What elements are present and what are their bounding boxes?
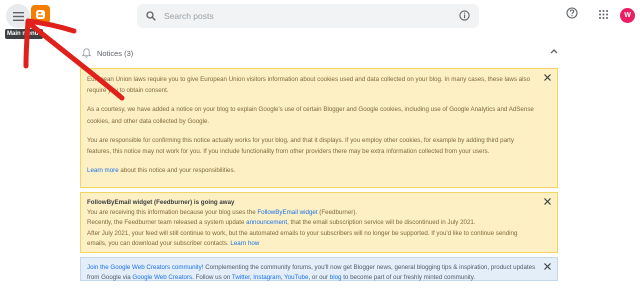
top-bar: Search posts W (0, 0, 640, 32)
search-bar[interactable]: Search posts (137, 4, 479, 28)
search-icon (146, 11, 156, 21)
blogger-logo-icon[interactable] (31, 5, 50, 24)
blog-link[interactable]: blog (330, 274, 342, 281)
close-icon[interactable] (544, 74, 551, 81)
main-menu-button[interactable] (6, 4, 30, 28)
notice-paragraph: As a courtesy, we have added a notice on… (87, 106, 534, 125)
notice-text: After July 2021, your feed will still co… (87, 229, 518, 247)
notice-text: . Follow us on (192, 274, 232, 282)
followbyemail-widget-link[interactable]: FollowByEmail widget (257, 209, 317, 216)
search-input[interactable]: Search posts (164, 11, 214, 21)
web-creators-notice: Join the Google Web Creators community! … (80, 257, 558, 281)
help-icon[interactable] (566, 7, 578, 19)
close-icon[interactable] (544, 263, 551, 270)
notice-text: to become part of our freshly minted com… (341, 274, 476, 282)
notice-text: You are receiving this information becau… (87, 209, 258, 217)
notice-paragraph: Learn more about this notice and your re… (87, 165, 537, 176)
learn-how-link[interactable]: Learn how (230, 240, 259, 247)
notice-text: Recently, the Feedburner team released a… (87, 219, 247, 227)
notice-line: Recently, the Feedburner team released a… (87, 218, 537, 228)
announcement-link[interactable]: announcement (246, 219, 287, 226)
learn-more-link[interactable]: Learn more (87, 167, 119, 174)
notice-paragraph: European Union laws require you to give … (87, 76, 531, 95)
followbyemail-notice: FollowByEmail widget (Feedburner) is goi… (80, 192, 558, 253)
notices-header[interactable]: Notices (3) (78, 44, 558, 62)
hamburger-icon (12, 11, 24, 21)
notice-text: , that the email subscription service wi… (287, 219, 476, 227)
twitter-link[interactable]: Twitter (232, 274, 250, 281)
notice-line: After July 2021, your feed will still co… (87, 229, 537, 249)
account-avatar[interactable]: W (620, 8, 635, 23)
notice-line: Join the Google Web Creators community! … (87, 263, 537, 283)
notices-title: Notices (3) (97, 48, 134, 58)
apps-grid-icon[interactable] (599, 10, 608, 19)
instagram-link[interactable]: Instagram (253, 274, 281, 281)
join-community-link[interactable]: Join the Google Web Creators community! (87, 264, 203, 271)
notice-text: (Feedburner). (317, 209, 358, 217)
google-web-creators-link[interactable]: Google Web Creators (132, 274, 192, 281)
bell-icon (82, 48, 91, 58)
close-icon[interactable] (544, 198, 551, 205)
notice-text: about this notice and your responsibilit… (118, 167, 236, 175)
main-menu-tooltip: Main menu (5, 29, 43, 39)
notice-text: , or our (308, 274, 330, 282)
chevron-up-icon[interactable] (550, 48, 558, 54)
notice-title: FollowByEmail widget (Feedburner) is goi… (87, 199, 235, 206)
eu-cookie-notice: European Union laws require you to give … (80, 68, 558, 188)
notice-line: You are receiving this information becau… (87, 208, 537, 218)
notice-paragraph: You are responsible for confirming this … (87, 136, 514, 156)
info-icon[interactable] (459, 10, 470, 21)
youtube-link[interactable]: YouTube (284, 274, 308, 281)
